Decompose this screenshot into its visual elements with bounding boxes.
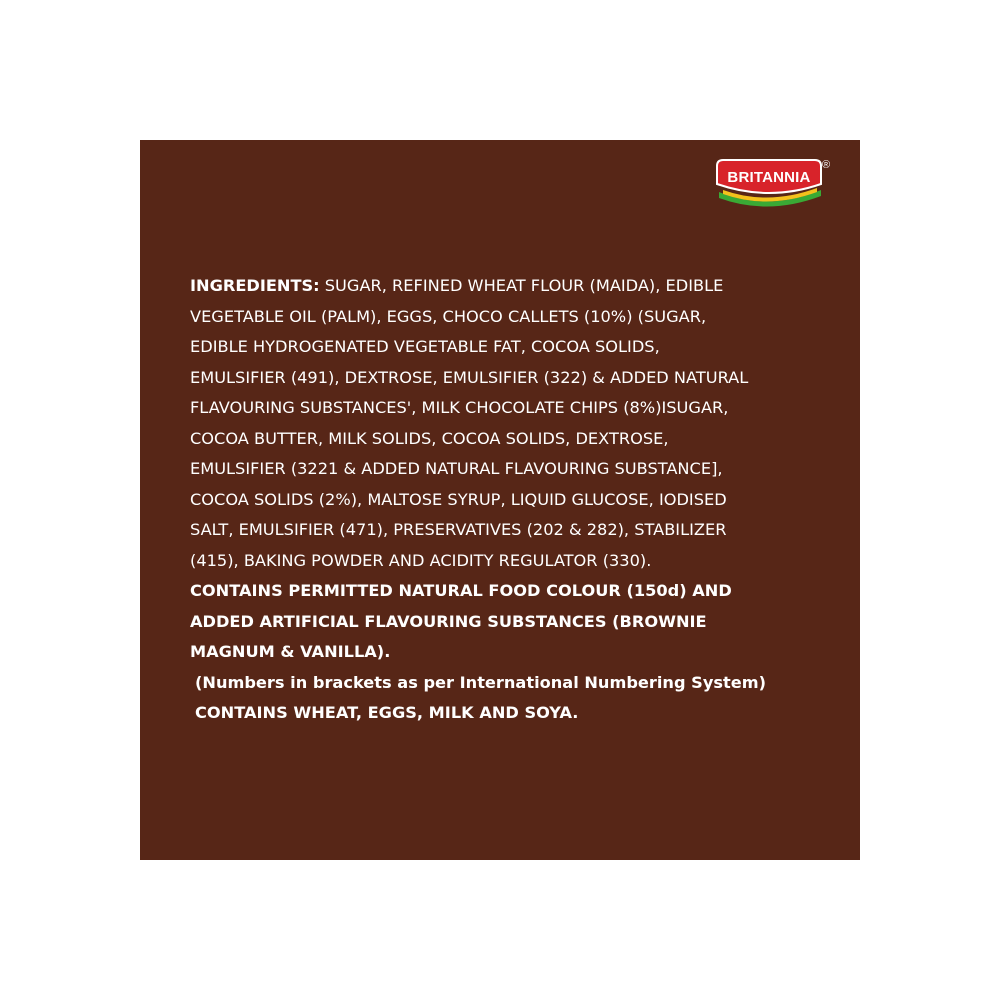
ingredients-line: VEGETABLE OIL (PALM), EGGS, CHOCO CALLET…	[190, 306, 707, 326]
ingredients-line: EDIBLE HYDROGENATED VEGETABLE FAT, COCOA…	[190, 337, 660, 356]
ingredients-line: FLAVOURING SUBSTANCES', MILK CHOCOLATE C…	[190, 398, 729, 417]
contains-colour-line: CONTAINS PERMITTED NATURAL FOOD COLOUR (…	[190, 581, 732, 600]
ingredients-panel: BRITANNIA ® INGREDIENTS: SUGAR, REFINED …	[140, 140, 860, 860]
ingredients-line: COCOA BUTTER, MILK SOLIDS, COCOA SOLIDS,…	[190, 428, 669, 448]
britannia-logo: BRITANNIA ®	[713, 156, 833, 208]
ingredients-line: EMULSIFIER (491), DEXTROSE, EMULSIFIER (…	[190, 367, 749, 387]
ingredients-line: SALT, EMULSIFIER (471), PRESERVATIVES (2…	[190, 520, 727, 539]
contains-colour-line: ADDED ARTIFICIAL FLAVOURING SUBSTANCES (…	[190, 611, 707, 631]
allergen-statement: CONTAINS WHEAT, EGGS, MILK AND SOYA.	[195, 703, 579, 722]
contains-colour-line: MAGNUM & VANILLA).	[190, 642, 391, 661]
ingredients-line: (415), BAKING POWDER AND ACIDITY REGULAT…	[190, 550, 652, 570]
logo-wordmark: BRITANNIA	[727, 169, 810, 186]
ingredients-line: EMULSIFIER (3221 & ADDED NATURAL FLAVOUR…	[190, 459, 723, 478]
ingredients-line-text: SUGAR, REFINED WHEAT FLOUR (MAIDA), EDIB…	[319, 276, 724, 295]
ingredients-line: COCOA SOLIDS (2%), MALTOSE SYRUP, LIQUID…	[190, 489, 727, 509]
britannia-logo-graphic: BRITANNIA ®	[716, 159, 830, 207]
ins-note: (Numbers in brackets as per Internationa…	[195, 672, 766, 692]
ingredients-heading: INGREDIENTS:	[190, 276, 320, 295]
registered-mark: ®	[822, 159, 830, 171]
ingredients-line-0: INGREDIENTS: SUGAR, REFINED WHEAT FLOUR …	[190, 271, 830, 302]
ingredients-text: INGREDIENTS: SUGAR, REFINED WHEAT FLOUR …	[190, 271, 830, 729]
